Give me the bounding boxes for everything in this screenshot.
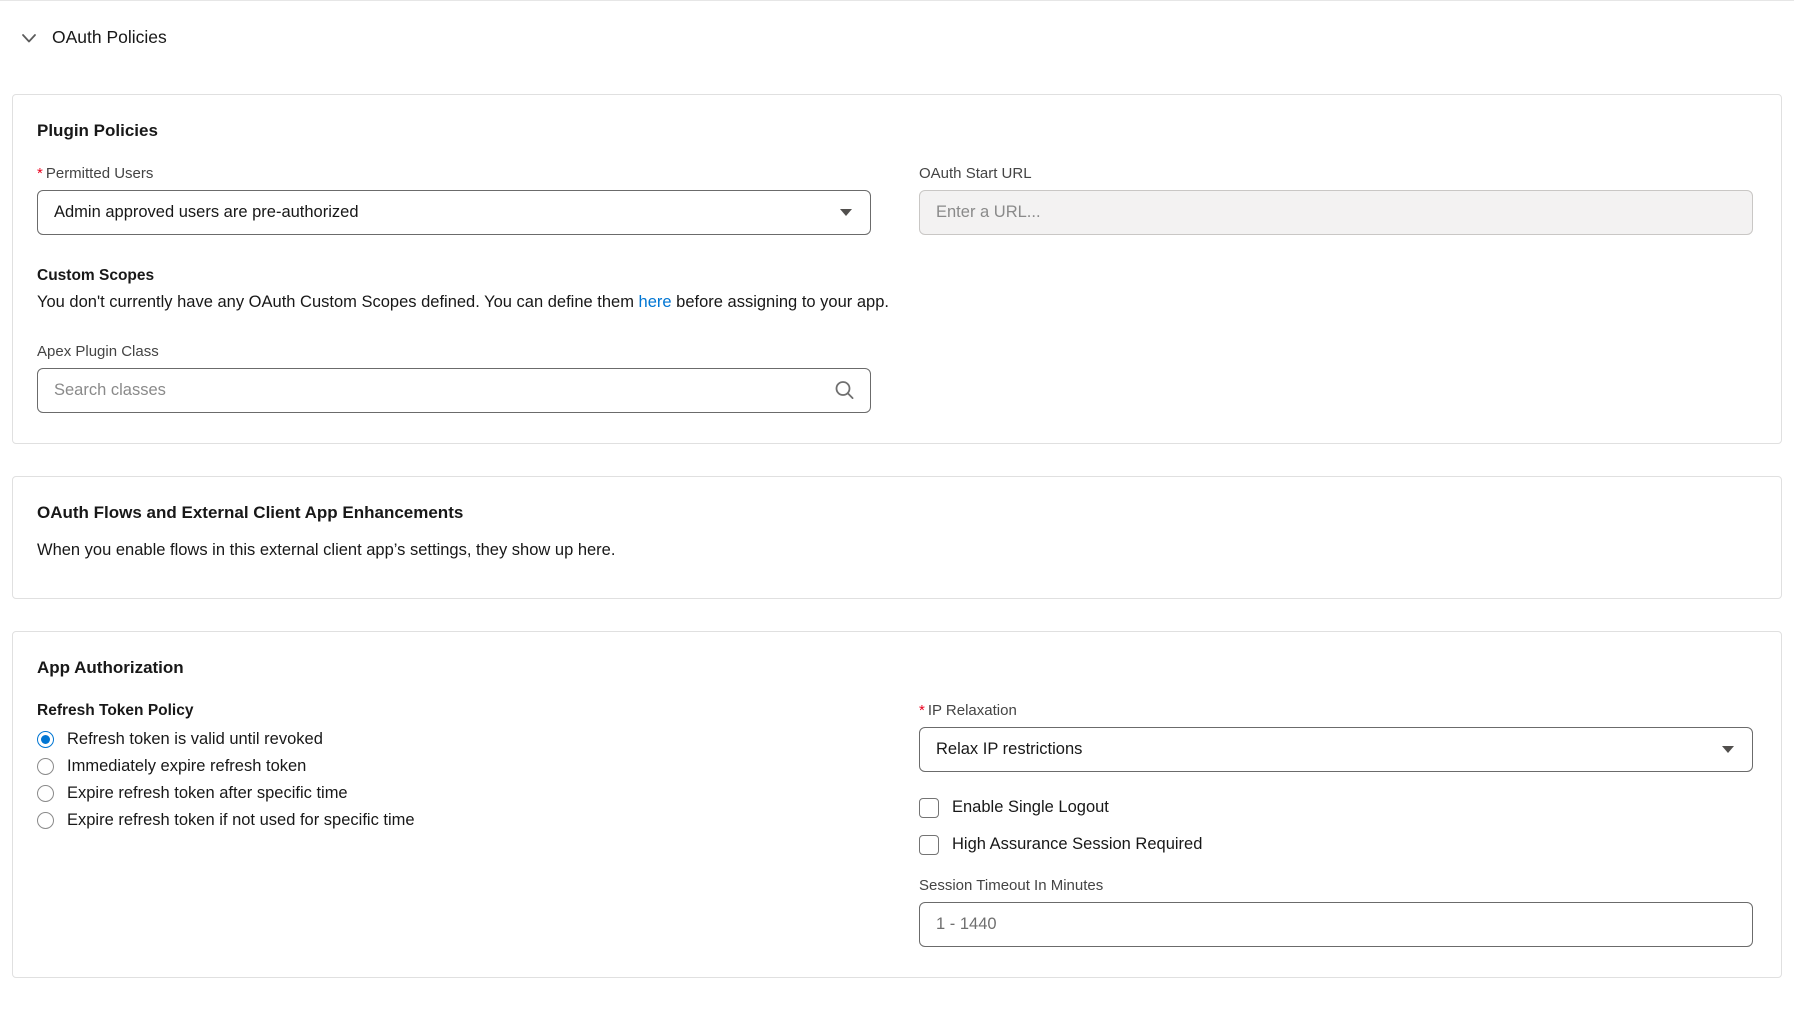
radio-option-valid-until-revoked[interactable]: Refresh token is valid until revoked — [37, 730, 871, 749]
permitted-users-field: *Permitted Users Admin approved users ar… — [37, 165, 871, 235]
apex-plugin-class-search-input[interactable] — [37, 368, 871, 413]
app-authorization-card: App Authorization Refresh Token Policy R… — [12, 631, 1782, 978]
plugin-policies-title: Plugin Policies — [37, 121, 1753, 141]
radio-icon — [37, 785, 54, 802]
oauth-start-url-label: OAuth Start URL — [919, 165, 1753, 182]
checkbox-label: High Assurance Session Required — [952, 835, 1202, 854]
session-timeout-field: Session Timeout In Minutes — [919, 877, 1753, 947]
radio-icon — [37, 812, 54, 829]
oauth-start-url-input — [919, 190, 1753, 235]
refresh-token-policy-label: Refresh Token Policy — [37, 702, 871, 720]
permitted-users-label: *Permitted Users — [37, 165, 871, 182]
session-timeout-label: Session Timeout In Minutes — [919, 877, 1753, 894]
session-timeout-input[interactable] — [919, 902, 1753, 947]
ip-relaxation-selected-value: Relax IP restrictions — [936, 740, 1082, 759]
chevron-down-icon — [840, 209, 852, 216]
custom-scopes-label: Custom Scopes — [37, 267, 1753, 285]
radio-option-label: Immediately expire refresh token — [67, 757, 306, 776]
custom-scopes-block: Custom Scopes You don't currently have a… — [37, 267, 1753, 315]
section-title: OAuth Policies — [52, 27, 167, 48]
permitted-users-select[interactable]: Admin approved users are pre-authorized — [37, 190, 871, 235]
search-icon — [834, 380, 855, 401]
oauth-policies-section-header[interactable]: OAuth Policies — [12, 1, 1782, 48]
radio-icon — [37, 731, 54, 748]
required-asterisk: * — [37, 165, 43, 182]
radio-option-expire-after-time[interactable]: Expire refresh token after specific time — [37, 784, 871, 803]
custom-scopes-text-after: before assigning to your app. — [672, 293, 889, 311]
radio-option-expire-if-not-used[interactable]: Expire refresh token if not used for spe… — [37, 811, 871, 830]
radio-option-label: Refresh token is valid until revoked — [67, 730, 323, 749]
app-authorization-right-column: *IP Relaxation Relax IP restrictions Ena… — [919, 702, 1753, 947]
required-asterisk: * — [919, 702, 925, 719]
refresh-token-policy-group: Refresh Token Policy Refresh token is va… — [37, 702, 871, 838]
apex-plugin-class-field: Apex Plugin Class — [37, 343, 871, 413]
enable-single-logout-checkbox-row[interactable]: Enable Single Logout — [919, 798, 1753, 818]
ip-relaxation-select[interactable]: Relax IP restrictions — [919, 727, 1753, 772]
permitted-users-selected-value: Admin approved users are pre-authorized — [54, 203, 359, 222]
chevron-down-icon — [1722, 746, 1734, 753]
chevron-down-icon — [20, 29, 38, 47]
checkbox-icon — [919, 798, 939, 818]
custom-scopes-here-link[interactable]: here — [639, 293, 672, 311]
custom-scopes-text: You don't currently have any OAuth Custo… — [37, 291, 1753, 315]
plugin-policies-card: Plugin Policies *Permitted Users Admin a… — [12, 94, 1782, 444]
high-assurance-session-checkbox-row[interactable]: High Assurance Session Required — [919, 835, 1753, 855]
radio-icon — [37, 758, 54, 775]
custom-scopes-text-before: You don't currently have any OAuth Custo… — [37, 293, 639, 311]
radio-option-immediately-expire[interactable]: Immediately expire refresh token — [37, 757, 871, 776]
oauth-start-url-field: OAuth Start URL — [919, 165, 1753, 235]
checkbox-icon — [919, 835, 939, 855]
apex-plugin-class-label: Apex Plugin Class — [37, 343, 871, 360]
oauth-flows-description: When you enable flows in this external c… — [37, 541, 1753, 568]
radio-option-label: Expire refresh token if not used for spe… — [67, 811, 415, 830]
oauth-flows-card: OAuth Flows and External Client App Enha… — [12, 476, 1782, 599]
radio-option-label: Expire refresh token after specific time — [67, 784, 348, 803]
oauth-flows-title: OAuth Flows and External Client App Enha… — [37, 503, 1753, 523]
ip-relaxation-label: *IP Relaxation — [919, 702, 1753, 719]
checkbox-label: Enable Single Logout — [952, 798, 1109, 817]
oauth-policies-page: OAuth Policies Plugin Policies *Permitte… — [0, 1, 1794, 978]
app-authorization-title: App Authorization — [37, 658, 1753, 678]
